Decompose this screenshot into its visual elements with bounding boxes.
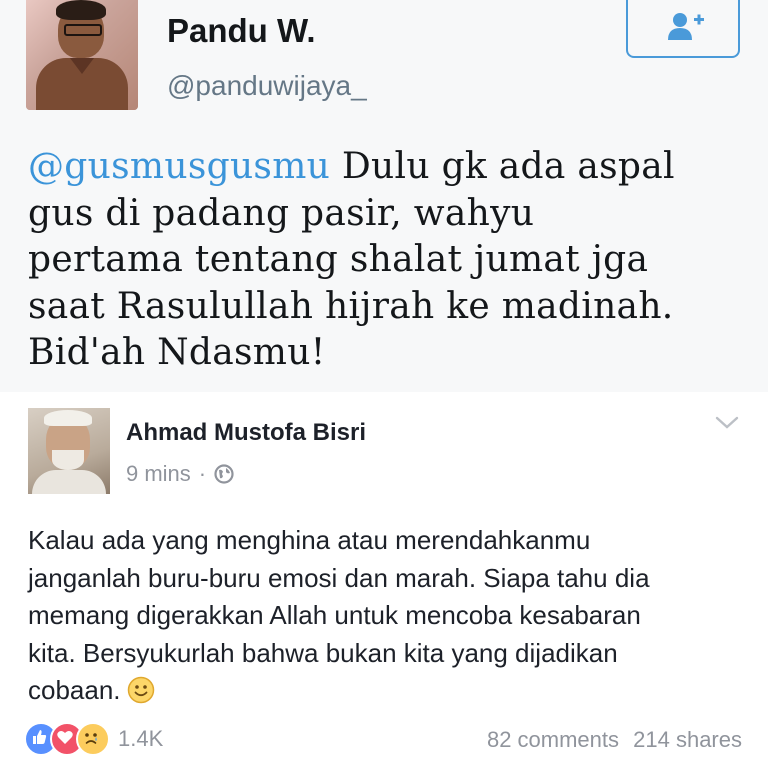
reaction-summary[interactable]: 1.4K (24, 722, 163, 756)
tweet-line: Bid'ah Ndasmu! (28, 332, 326, 373)
post-author-avatar[interactable] (28, 408, 110, 494)
tweet-line: @gusmusgusmu Dulu gk ada aspal (28, 144, 758, 191)
post-line: janganlah buru-buru emosi dan marah. Sia… (28, 562, 650, 593)
post-line: Kalau ada yang menghina atau merendahkan… (28, 525, 591, 555)
post-line-last: cobaan. (28, 672, 758, 710)
post-text: Kalau ada yang menghina atau merendahkan… (28, 522, 758, 710)
post-line-text: cobaan. (28, 675, 121, 705)
tweet-card: Pandu W. @panduwijaya_ @gusmusgusmu Dulu… (0, 0, 768, 392)
tweet-author-name[interactable]: Pandu W. (167, 12, 316, 50)
post-meta: 9 mins · (126, 461, 234, 487)
tweet-line-text: Dulu gk ada aspal (330, 146, 675, 187)
tweet-line: saat Rasulullah hijrah ke madinah. (28, 285, 674, 327)
sad-icon (76, 722, 110, 756)
smiley-icon (127, 676, 154, 704)
tweet-line: gus di padang pasir, wahyu (28, 192, 535, 234)
post-timestamp[interactable]: 9 mins (126, 461, 191, 487)
follow-user-plus-icon (668, 13, 704, 40)
meta-separator: · (198, 461, 207, 486)
reaction-count[interactable]: 1.4K (118, 726, 163, 752)
shares-count[interactable]: 214 shares (633, 727, 742, 752)
tweet-mention[interactable]: @gusmusgusmu (28, 146, 330, 187)
tweet-line: pertama tentang shalat jumat jga (28, 239, 649, 280)
globe-icon (214, 464, 234, 484)
chevron-down-icon[interactable] (714, 414, 740, 432)
tweet-text: @gusmusgusmu Dulu gk ada aspal gus di pa… (28, 144, 758, 377)
comments-count[interactable]: 82 comments (487, 727, 619, 752)
post-line: memang digerakkan Allah untuk mencoba ke… (28, 600, 641, 630)
follow-button[interactable] (626, 0, 740, 58)
tweet-avatar[interactable] (26, 0, 138, 110)
engagement-stats: 82 comments 214 shares (487, 727, 742, 753)
post-line: kita. Bersyukurlah bahwa bukan kita yang… (28, 637, 618, 668)
post-author-name[interactable]: Ahmad Mustofa Bisri (126, 419, 366, 447)
tweet-author-handle[interactable]: @panduwijaya_ (167, 70, 367, 102)
